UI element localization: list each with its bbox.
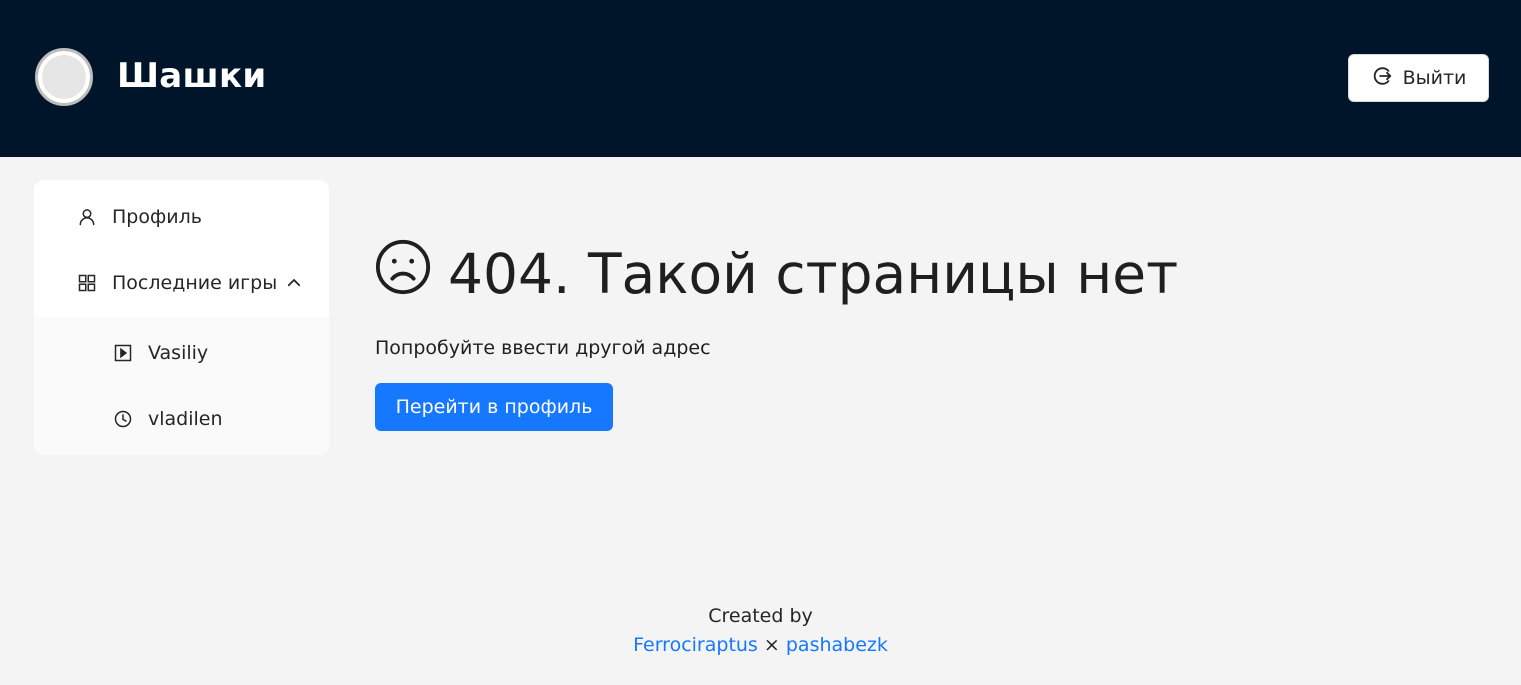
sad-face-icon: [374, 238, 432, 309]
game-label: vladilen: [148, 408, 223, 430]
sidebar-menu: Профиль Последние игры Vasiliy vladilen: [34, 180, 329, 455]
page-title-text: 404. Такой страницы нет: [448, 241, 1179, 306]
chevron-up-icon: [285, 274, 303, 292]
author-link-pashabezk[interactable]: pashabezk: [786, 634, 888, 656]
sidebar-item-profile[interactable]: Профиль: [34, 189, 329, 245]
footer: Created by Ferrociraptus × pashabezk: [0, 602, 1521, 660]
logout-icon: [1371, 65, 1393, 92]
footer-authors: Ferrociraptus × pashabezk: [0, 631, 1521, 660]
grid-icon: [76, 272, 98, 294]
sidebar-item-recent-games[interactable]: Последние игры: [34, 255, 329, 311]
sidebar-game-item[interactable]: vladilen: [34, 391, 329, 447]
clock-icon: [112, 408, 134, 430]
footer-created-by: Created by: [708, 605, 813, 627]
recent-games-submenu: Vasiliy vladilen: [34, 317, 329, 455]
checker-piece-icon[interactable]: [35, 48, 93, 106]
author-separator: ×: [763, 634, 780, 656]
page-title: 404. Такой страницы нет: [374, 238, 1178, 309]
play-square-icon: [112, 342, 134, 364]
error-subtitle: Попробуйте ввести другой адрес: [375, 337, 711, 359]
app-title: Шашки: [117, 56, 267, 96]
user-icon: [76, 206, 98, 228]
logout-button[interactable]: Выйти: [1348, 54, 1489, 102]
sidebar-item-label: Последние игры: [112, 272, 278, 294]
author-link-ferrociraptus[interactable]: Ferrociraptus: [633, 634, 758, 656]
logout-label: Выйти: [1402, 67, 1467, 89]
game-label: Vasiliy: [148, 342, 209, 364]
sidebar-item-label: Профиль: [112, 206, 202, 228]
app-header: Шашки Выйти: [0, 0, 1521, 157]
go-to-profile-button[interactable]: Перейти в профиль: [375, 383, 613, 431]
sidebar-game-item[interactable]: Vasiliy: [34, 325, 329, 381]
